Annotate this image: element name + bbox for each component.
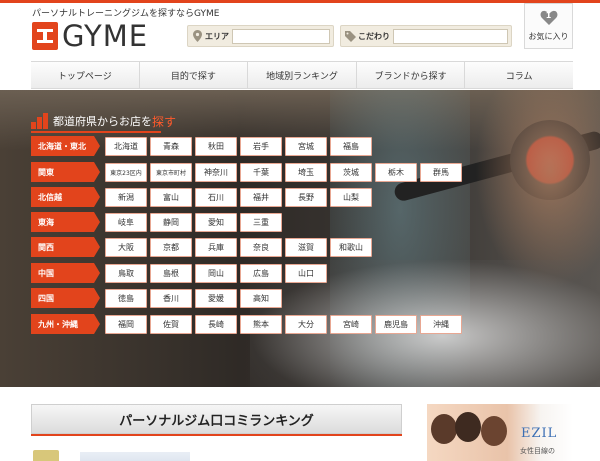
pref-button[interactable]: 兵庫 bbox=[195, 237, 237, 257]
pref-button[interactable]: 静岡 bbox=[150, 212, 192, 232]
pref-button[interactable]: 佐賀 bbox=[150, 314, 192, 334]
region-label: 四国 bbox=[31, 288, 100, 308]
pref-button[interactable]: 大阪 bbox=[105, 237, 147, 257]
site-tagline: パーソナルトレーニングジムを探すならGYME bbox=[32, 9, 220, 19]
pref-button[interactable]: 栃木 bbox=[375, 162, 417, 182]
ad-banner[interactable]: EZIL 女性目線の bbox=[427, 404, 573, 461]
pref-button[interactable]: 徳島 bbox=[105, 288, 147, 308]
region-label: 北信越 bbox=[31, 187, 100, 207]
nav-item-top[interactable]: トップページ bbox=[31, 62, 139, 88]
pref-button[interactable]: 群馬 bbox=[420, 162, 462, 182]
region-label: 九州・沖縄 bbox=[31, 314, 100, 334]
heart-icon: 1 bbox=[540, 10, 558, 26]
ranking-header-underline bbox=[31, 434, 402, 436]
pref-button[interactable]: 京都 bbox=[150, 237, 192, 257]
region-row-tokai: 東海 岐阜 静岡 愛知 三重 bbox=[31, 212, 282, 232]
nav-item-purpose[interactable]: 目的で探す bbox=[138, 62, 248, 88]
pref-button[interactable]: 三重 bbox=[240, 212, 282, 232]
ad-brand-logo: EZIL bbox=[521, 426, 558, 441]
pref-button[interactable]: 奈良 bbox=[240, 237, 282, 257]
area-search-box: エリア bbox=[187, 25, 334, 47]
kodawari-search-label: こだわり bbox=[358, 31, 390, 41]
pref-button[interactable]: 岡山 bbox=[195, 263, 237, 283]
area-search-label: エリア bbox=[205, 31, 229, 41]
pref-button[interactable]: 長崎 bbox=[195, 314, 237, 334]
pref-button[interactable]: 鳥取 bbox=[105, 263, 147, 283]
pref-button[interactable]: 青森 bbox=[150, 136, 192, 156]
hero-title: 都道府県からお店を 探す bbox=[31, 111, 176, 131]
region-row-kanto: 関東 東京23区内 東京市町村 神奈川 千葉 埼玉 茨城 栃木 群馬 bbox=[31, 162, 462, 182]
region-label: 関西 bbox=[31, 237, 100, 257]
hero-title-underline bbox=[31, 131, 161, 133]
pref-button[interactable]: 大分 bbox=[285, 314, 327, 334]
region-row-kyushu-okinawa: 九州・沖縄 福岡 佐賀 長崎 熊本 大分 宮崎 鹿児島 沖縄 bbox=[31, 314, 462, 334]
pref-button[interactable]: 福島 bbox=[330, 136, 372, 156]
ranking-section-header: パーソナルジム口コミランキング bbox=[31, 404, 402, 434]
pref-button[interactable]: 熊本 bbox=[240, 314, 282, 334]
region-label: 北海道・東北 bbox=[31, 136, 100, 156]
region-row-hokushinetsu: 北信越 新潟 富山 石川 福井 長野 山梨 bbox=[31, 187, 372, 207]
area-search-input[interactable] bbox=[232, 28, 330, 44]
pref-button[interactable]: 愛知 bbox=[195, 212, 237, 232]
nav-item-column[interactable]: コラム bbox=[464, 62, 573, 88]
region-row-shikoku: 四国 徳島 香川 愛媛 高知 bbox=[31, 288, 282, 308]
pref-button[interactable]: 埼玉 bbox=[285, 162, 327, 182]
pref-button[interactable]: 愛媛 bbox=[195, 288, 237, 308]
top-accent-line bbox=[0, 0, 600, 3]
region-row-hokkaido-tohoku: 北海道・東北 北海道 青森 秋田 岩手 宮城 福島 bbox=[31, 136, 372, 156]
pref-button[interactable]: 新潟 bbox=[105, 187, 147, 207]
pref-button[interactable]: 富山 bbox=[150, 187, 192, 207]
nav-item-brand[interactable]: ブランドから探す bbox=[355, 62, 465, 88]
region-label: 中国 bbox=[31, 263, 100, 283]
hero-title-text: 都道府県からお店を bbox=[53, 115, 152, 128]
pref-button[interactable]: 北海道 bbox=[105, 136, 147, 156]
main-nav: トップページ 目的で探す 地域別ランキング ブランドから探す コラム bbox=[31, 61, 573, 89]
favorites-count: 1 bbox=[545, 11, 552, 20]
pref-button[interactable]: 宮城 bbox=[285, 136, 327, 156]
pref-button[interactable]: 和歌山 bbox=[330, 237, 372, 257]
hero-title-highlight: 探す bbox=[152, 114, 177, 129]
pref-button[interactable]: 東京市町村 bbox=[150, 162, 192, 182]
pref-button[interactable]: 岩手 bbox=[240, 136, 282, 156]
dumbbell-logo-icon bbox=[32, 22, 58, 50]
pref-button[interactable]: 東京23区内 bbox=[105, 162, 147, 182]
pref-button[interactable]: 宮崎 bbox=[330, 314, 372, 334]
favorites-label: お気に入り bbox=[528, 32, 569, 41]
pref-button[interactable]: 鹿児島 bbox=[375, 314, 417, 334]
pref-button[interactable]: 沖縄 bbox=[420, 314, 462, 334]
pref-button[interactable]: 秋田 bbox=[195, 136, 237, 156]
pref-button[interactable]: 広島 bbox=[240, 263, 282, 283]
tag-icon bbox=[344, 29, 356, 43]
region-label: 東海 bbox=[31, 212, 100, 232]
ranking-item-title[interactable] bbox=[80, 452, 190, 461]
building-icon bbox=[31, 113, 48, 129]
region-label: 関東 bbox=[31, 162, 100, 182]
pref-button[interactable]: 茨城 bbox=[330, 162, 372, 182]
pref-button[interactable]: 滋賀 bbox=[285, 237, 327, 257]
pref-button[interactable]: 島根 bbox=[150, 263, 192, 283]
logo-text: GYME bbox=[62, 19, 149, 53]
favorites-button[interactable]: 1 お気に入り bbox=[524, 3, 573, 49]
ad-subtext: 女性目線の bbox=[520, 447, 555, 455]
pref-button[interactable]: 福井 bbox=[240, 187, 282, 207]
pref-button[interactable]: 山梨 bbox=[330, 187, 372, 207]
kodawari-search-box: こだわり bbox=[340, 25, 512, 47]
pref-button[interactable]: 神奈川 bbox=[195, 162, 237, 182]
pref-button[interactable]: 高知 bbox=[240, 288, 282, 308]
site-logo[interactable]: GYME bbox=[32, 19, 149, 53]
pref-button[interactable]: 千葉 bbox=[240, 162, 282, 182]
pref-button[interactable]: 長野 bbox=[285, 187, 327, 207]
ranking-section-title: パーソナルジム口コミランキング bbox=[119, 413, 314, 429]
pref-button[interactable]: 山口 bbox=[285, 263, 327, 283]
pref-button[interactable]: 福岡 bbox=[105, 314, 147, 334]
region-row-chugoku: 中国 鳥取 島根 岡山 広島 山口 bbox=[31, 263, 327, 283]
pref-button[interactable]: 石川 bbox=[195, 187, 237, 207]
location-pin-icon bbox=[191, 29, 203, 43]
region-row-kansai: 関西 大阪 京都 兵庫 奈良 滋賀 和歌山 bbox=[31, 237, 372, 257]
pref-button[interactable]: 岐阜 bbox=[105, 212, 147, 232]
nav-item-regional-ranking[interactable]: 地域別ランキング bbox=[247, 62, 356, 88]
pref-button[interactable]: 香川 bbox=[150, 288, 192, 308]
crown-icon bbox=[33, 450, 59, 461]
kodawari-search-input[interactable] bbox=[393, 28, 508, 44]
